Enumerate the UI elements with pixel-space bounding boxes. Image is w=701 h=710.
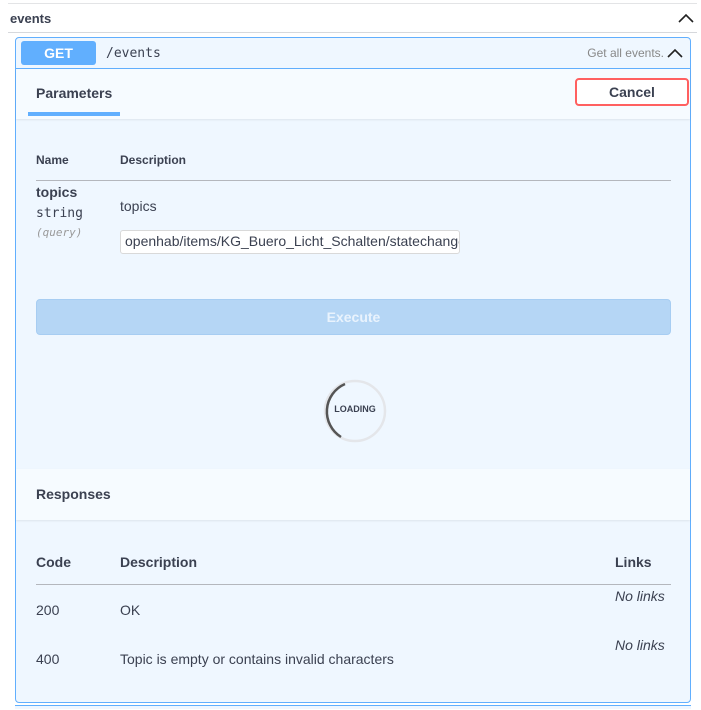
- cancel-button[interactable]: Cancel: [575, 78, 689, 106]
- tag-title: events: [10, 10, 52, 26]
- loading-label: LOADING: [334, 404, 376, 414]
- tab-active-indicator: [28, 112, 120, 116]
- response-code: 200: [36, 602, 60, 618]
- column-header-name: Name: [36, 153, 69, 167]
- operation-block-get-events: GET /events Get all events. Parameters C…: [15, 37, 691, 703]
- response-description: OK: [120, 602, 141, 618]
- responses-title: Responses: [36, 486, 111, 502]
- response-links: No links: [615, 588, 665, 604]
- responses-divider: [36, 584, 671, 585]
- column-header-description: Description: [120, 554, 198, 570]
- next-operation-edge: [15, 705, 691, 709]
- method-badge: GET: [21, 41, 96, 65]
- column-header-links: Links: [615, 554, 652, 570]
- response-description: Topic is empty or contains invalid chara…: [120, 651, 394, 667]
- loading-spinner: LOADING: [323, 379, 387, 443]
- parameter-name: topics: [36, 184, 78, 200]
- topics-input[interactable]: openhab/items/KG_Buero_Licht_Schalten/st…: [120, 230, 460, 254]
- parameter-location: (query): [36, 226, 83, 239]
- column-header-description: Description: [120, 153, 187, 167]
- parameter-type: string: [36, 206, 83, 221]
- tab-parameters[interactable]: Parameters: [36, 85, 112, 101]
- chevron-up-icon[interactable]: [677, 11, 695, 25]
- operation-summary-text: Get all events.: [587, 46, 664, 60]
- operation-summary[interactable]: GET /events Get all events.: [16, 38, 690, 69]
- response-code: 400: [36, 651, 60, 667]
- responses-header: Responses: [16, 469, 690, 520]
- parameter-description: topics: [120, 198, 157, 214]
- operation-path: /events: [106, 45, 161, 61]
- column-header-code: Code: [36, 554, 71, 570]
- response-links: No links: [615, 637, 665, 653]
- tag-header-events[interactable]: events: [8, 3, 697, 33]
- chevron-up-icon[interactable]: [666, 46, 684, 60]
- parameters-divider: [36, 180, 671, 181]
- execute-button[interactable]: Execute: [36, 299, 671, 335]
